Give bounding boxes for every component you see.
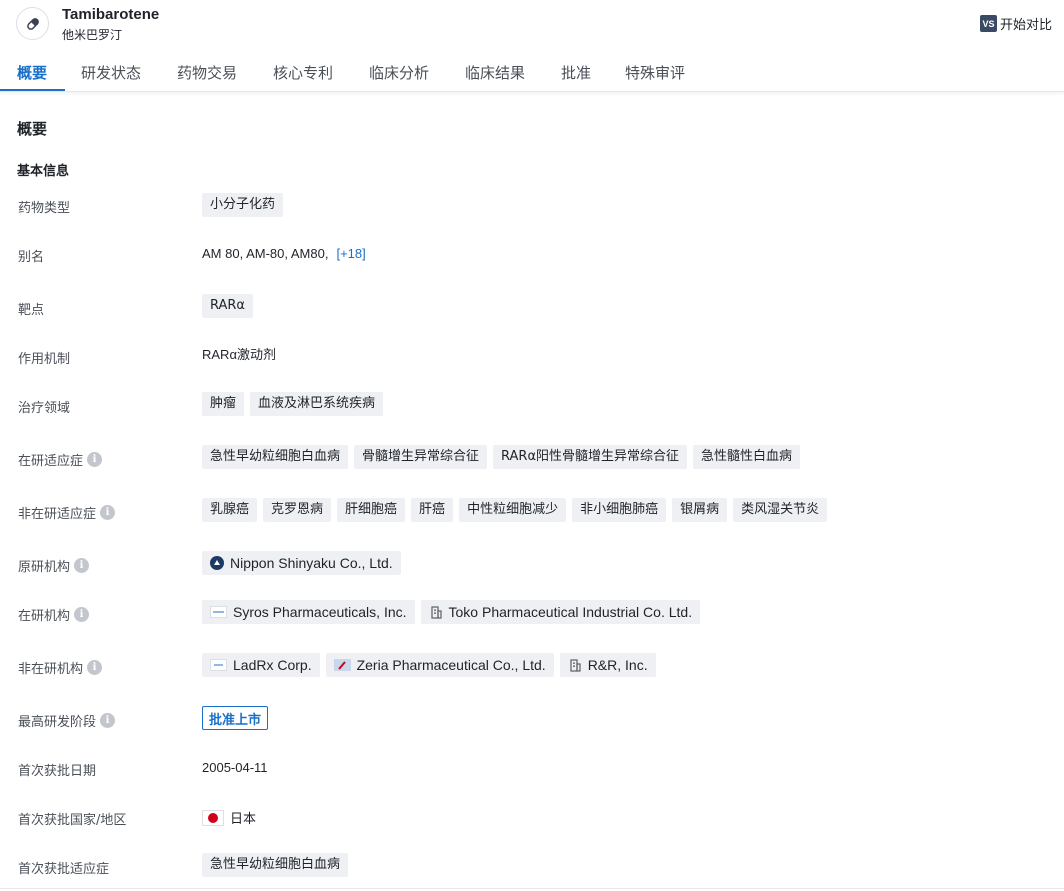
org-name: R&R, Inc. — [587, 657, 648, 673]
indication-tag[interactable]: 急性髓性白血病 — [693, 445, 801, 469]
first-approval-indication-label: 首次获批适应症 — [18, 862, 110, 877]
ladrx-logo-icon — [210, 659, 227, 671]
drug-type-label: 药物类型 — [18, 201, 71, 216]
syros-logo-icon — [210, 606, 227, 618]
tab-clinical-results[interactable]: 临床结果 — [465, 62, 525, 83]
tab-overview[interactable]: 概要 — [17, 62, 47, 83]
org-tag[interactable]: LadRx Corp. — [202, 653, 320, 677]
org-tag[interactable]: Nippon Shinyaku Co., Ltd. — [202, 551, 401, 575]
section-title: 概要 — [17, 120, 48, 138]
start-compare-button[interactable]: VS 开始对比 — [979, 14, 1052, 33]
drug-header: Tamibarotene 他米巴罗汀 VS 开始对比 — [0, 0, 1064, 50]
therapeutic-area-tag[interactable]: 肿瘤 — [202, 392, 245, 416]
originator-value: Nippon Shinyaku Co., Ltd. — [202, 551, 401, 575]
org-name: Zeria Pharmaceutical Co., Ltd. — [356, 657, 546, 673]
indication-tag[interactable]: 乳腺癌 — [202, 498, 258, 522]
org-name: Nippon Shinyaku Co., Ltd. — [230, 555, 393, 571]
indication-tag[interactable]: 肝细胞癌 — [337, 498, 406, 522]
indication-tag[interactable]: 骨髓增生异常综合征 — [354, 445, 488, 469]
zeria-logo-icon — [333, 659, 351, 671]
target-tag[interactable]: RARα — [202, 294, 254, 318]
tab-core-patents[interactable]: 核心专利 — [273, 62, 333, 83]
active-indications-label: 在研适应症 i — [18, 450, 103, 469]
therapeutic-area-value: 肿瘤 血液及淋巴系统疾病 — [202, 392, 384, 416]
first-approval-indication-value: 急性早幼粒细胞白血病 — [202, 853, 349, 877]
first-approval-date-text: 2005-04-11 — [202, 760, 268, 775]
info-icon[interactable]: i — [74, 558, 90, 573]
indication-tag[interactable]: 银屑病 — [672, 498, 728, 522]
start-compare-label: 开始对比 — [999, 18, 1052, 33]
basic-info-title: 基本信息 — [17, 164, 70, 179]
pill-icon — [16, 7, 49, 40]
therapeutic-area-label: 治疗领域 — [18, 401, 71, 416]
info-icon[interactable]: i — [87, 452, 103, 467]
active-orgs-label: 在研机构 i — [18, 605, 90, 624]
first-approval-date-label: 首次获批日期 — [18, 764, 97, 779]
indication-tag[interactable]: RARα阳性骨髓增生异常综合征 — [493, 445, 688, 469]
first-approval-date-value: 2005-04-11 — [202, 760, 268, 775]
vs-icon: VS — [979, 15, 997, 32]
tab-drug-deals[interactable]: 药物交易 — [177, 62, 237, 83]
active-orgs-value: Syros Pharmaceuticals, Inc. Toko Pharmac… — [202, 600, 701, 624]
inactive-indications-value: 乳腺癌 克罗恩病 肝细胞癌 肝癌 中性粒细胞减少 非小细胞肺癌 银屑病 类风湿关… — [202, 498, 828, 522]
tab-clinical-analysis[interactable]: 临床分析 — [369, 62, 429, 83]
drug-type-value: 小分子化药 — [202, 193, 284, 217]
indication-tag[interactable]: 类风湿关节炎 — [733, 498, 828, 522]
alias-text: AM 80, AM-80, AM80, — [202, 246, 329, 261]
nippon-shinyaku-logo-icon — [210, 556, 224, 570]
active-tab-indicator — [0, 89, 65, 91]
org-tag[interactable]: Zeria Pharmaceutical Co., Ltd. — [325, 653, 554, 677]
indication-tag[interactable]: 急性早幼粒细胞白血病 — [202, 445, 349, 469]
drug-name-cn: 他米巴罗汀 — [62, 28, 123, 42]
info-icon[interactable]: i — [100, 713, 116, 728]
building-icon — [568, 658, 582, 672]
info-icon[interactable]: i — [74, 607, 90, 622]
first-approval-country-value: 日本 — [202, 808, 256, 827]
alias-more-link[interactable]: [+18] — [336, 246, 365, 261]
first-approval-country-label: 首次获批国家/地区 — [18, 813, 127, 828]
org-name: LadRx Corp. — [233, 657, 312, 673]
originator-label: 原研机构 i — [18, 556, 90, 575]
mechanism-label: 作用机制 — [18, 352, 71, 367]
org-tag[interactable]: Toko Pharmaceutical Industrial Co. Ltd. — [420, 600, 701, 624]
org-name: Toko Pharmaceutical Industrial Co. Ltd. — [448, 604, 693, 620]
tab-approval[interactable]: 批准 — [561, 62, 591, 83]
highest-phase-label: 最高研发阶段 i — [18, 711, 116, 730]
target-label: 靶点 — [18, 303, 45, 318]
highest-phase-value: 批准上市 — [202, 706, 269, 730]
alias-label: 别名 — [18, 250, 45, 265]
tab-bar: 概要 研发状态 药物交易 核心专利 临床分析 临床结果 批准 特殊审评 — [0, 50, 1064, 92]
inactive-indications-label: 非在研适应症 i — [18, 503, 116, 522]
info-icon[interactable]: i — [87, 660, 103, 675]
mechanism-value: RARα激动剂 — [202, 344, 276, 363]
tab-rd-status[interactable]: 研发状态 — [81, 62, 141, 83]
therapeutic-area-tag[interactable]: 血液及淋巴系统疾病 — [250, 392, 384, 416]
alias-value: AM 80, AM-80, AM80, [+18] — [202, 246, 366, 261]
tab-special-review[interactable]: 特殊审评 — [625, 62, 685, 83]
target-value: RARα — [202, 294, 254, 318]
divider — [0, 888, 1064, 889]
indication-tag[interactable]: 非小细胞肺癌 — [572, 498, 667, 522]
phase-badge[interactable]: 批准上市 — [202, 706, 269, 730]
org-tag[interactable]: Syros Pharmaceuticals, Inc. — [202, 600, 415, 624]
org-tag[interactable]: R&R, Inc. — [559, 653, 656, 677]
org-name: Syros Pharmaceuticals, Inc. — [233, 604, 407, 620]
inactive-orgs-value: LadRx Corp. Zeria Pharmaceutical Co., Lt… — [202, 653, 656, 677]
info-icon[interactable]: i — [100, 505, 116, 520]
active-indications-value: 急性早幼粒细胞白血病 骨髓增生异常综合征 RARα阳性骨髓增生异常综合征 急性髓… — [202, 445, 801, 469]
indication-tag[interactable]: 肝癌 — [411, 498, 454, 522]
building-icon — [429, 605, 443, 619]
mechanism-text: RARα激动剂 — [202, 347, 276, 362]
drug-type-tag[interactable]: 小分子化药 — [202, 193, 284, 217]
indication-tag[interactable]: 急性早幼粒细胞白血病 — [202, 853, 349, 877]
indication-tag[interactable]: 克罗恩病 — [263, 498, 332, 522]
inactive-orgs-label: 非在研机构 i — [18, 658, 103, 677]
japan-flag-icon — [202, 809, 224, 826]
country-name: 日本 — [230, 812, 257, 827]
indication-tag[interactable]: 中性粒细胞减少 — [459, 498, 567, 522]
drug-name: Tamibarotene — [62, 6, 160, 23]
